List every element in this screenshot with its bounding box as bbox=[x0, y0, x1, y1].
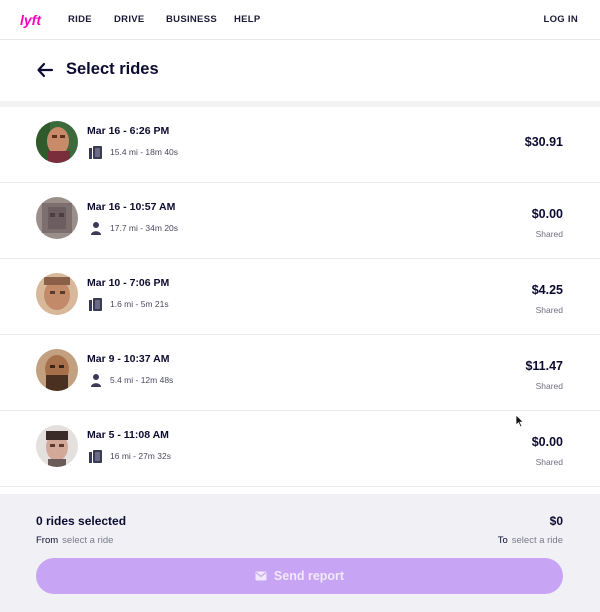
ride-date: Mar 10 - 7:06 PM bbox=[87, 277, 170, 289]
ride-row[interactable]: Mar 9 - 10:37 AM 5.4 mi - 12m 48s $11.47… bbox=[0, 335, 600, 411]
page-title: Select rides bbox=[66, 60, 159, 78]
selected-total: $0 bbox=[549, 514, 563, 528]
car-seat-icon bbox=[89, 298, 102, 311]
login-link[interactable]: LOG IN bbox=[543, 14, 578, 25]
ride-price: $4.25 bbox=[531, 283, 563, 297]
ride-type-label: Shared bbox=[535, 305, 563, 315]
ride-price: $0.00 bbox=[531, 435, 563, 449]
arrow-left-icon[interactable] bbox=[36, 61, 54, 79]
ride-price: $30.91 bbox=[524, 135, 563, 149]
ride-type-label: Shared bbox=[535, 457, 563, 467]
from-value: select a ride bbox=[62, 535, 114, 546]
selection-footer: 0 rides selected $0 From select a ride To… bbox=[0, 494, 600, 612]
ride-date: Mar 16 - 6:26 PM bbox=[87, 125, 170, 137]
ride-date: Mar 16 - 10:57 AM bbox=[87, 201, 176, 213]
page-header: Select rides bbox=[0, 41, 600, 101]
ride-list: Mar 16 - 6:26 PM 15.4 mi - 18m 40s $30.9… bbox=[0, 107, 600, 487]
mail-icon bbox=[255, 571, 267, 581]
ride-type-label: Shared bbox=[535, 229, 563, 239]
ride-distance-duration: 1.6 mi - 5m 21s bbox=[110, 299, 169, 309]
from-date-field[interactable]: From select a ride bbox=[36, 535, 113, 546]
top-navigation: lyft RIDE DRIVE BUSINESS HELP LOG IN bbox=[0, 0, 600, 40]
nav-link-ride[interactable]: RIDE bbox=[68, 14, 92, 25]
to-date-field[interactable]: To select a ride bbox=[498, 535, 563, 546]
nav-link-business[interactable]: BUSINESS bbox=[166, 14, 217, 25]
ride-distance-duration: 5.4 mi - 12m 48s bbox=[110, 375, 174, 385]
to-value: select a ride bbox=[511, 535, 563, 546]
ride-row[interactable]: Mar 16 - 10:57 AM 17.7 mi - 34m 20s $0.0… bbox=[0, 183, 600, 259]
ride-price: $11.47 bbox=[525, 359, 563, 373]
ride-row[interactable]: Mar 5 - 11:08 AM 16 mi - 27m 32s $0.00 S… bbox=[0, 411, 600, 487]
ride-distance-duration: 15.4 mi - 18m 40s bbox=[110, 147, 179, 157]
send-report-label: Send report bbox=[273, 569, 345, 583]
nav-link-help[interactable]: HELP bbox=[234, 14, 261, 25]
person-icon bbox=[91, 222, 101, 235]
from-label: From bbox=[36, 535, 59, 546]
driver-avatar bbox=[36, 273, 78, 315]
ride-distance-duration: 17.7 mi - 34m 20s bbox=[110, 223, 179, 233]
driver-avatar bbox=[36, 121, 78, 163]
ride-row[interactable]: Mar 10 - 7:06 PM 1.6 mi - 5m 21s $4.25 S… bbox=[0, 259, 600, 335]
ride-date: Mar 9 - 10:37 AM bbox=[87, 353, 170, 365]
ride-distance-duration: 16 mi - 27m 32s bbox=[110, 451, 171, 461]
ride-type-label: Shared bbox=[535, 381, 563, 391]
rides-selected-count: 0 rides selected bbox=[36, 514, 127, 528]
lyft-logo[interactable]: lyft bbox=[20, 11, 44, 29]
driver-avatar bbox=[36, 349, 78, 391]
nav-link-drive[interactable]: DRIVE bbox=[114, 14, 145, 25]
driver-avatar bbox=[36, 425, 78, 467]
svg-text:lyft: lyft bbox=[20, 12, 42, 28]
car-seat-icon bbox=[89, 146, 102, 159]
send-report-button[interactable]: Send report bbox=[36, 558, 563, 594]
driver-avatar bbox=[36, 197, 78, 239]
ride-date: Mar 5 - 11:08 AM bbox=[87, 429, 169, 441]
to-label: To bbox=[497, 535, 508, 546]
ride-row[interactable]: Mar 16 - 6:26 PM 15.4 mi - 18m 40s $30.9… bbox=[0, 107, 600, 183]
mouse-cursor-icon bbox=[515, 414, 525, 428]
ride-price: $0.00 bbox=[531, 207, 563, 221]
car-seat-icon bbox=[89, 450, 102, 463]
person-icon bbox=[91, 374, 101, 387]
